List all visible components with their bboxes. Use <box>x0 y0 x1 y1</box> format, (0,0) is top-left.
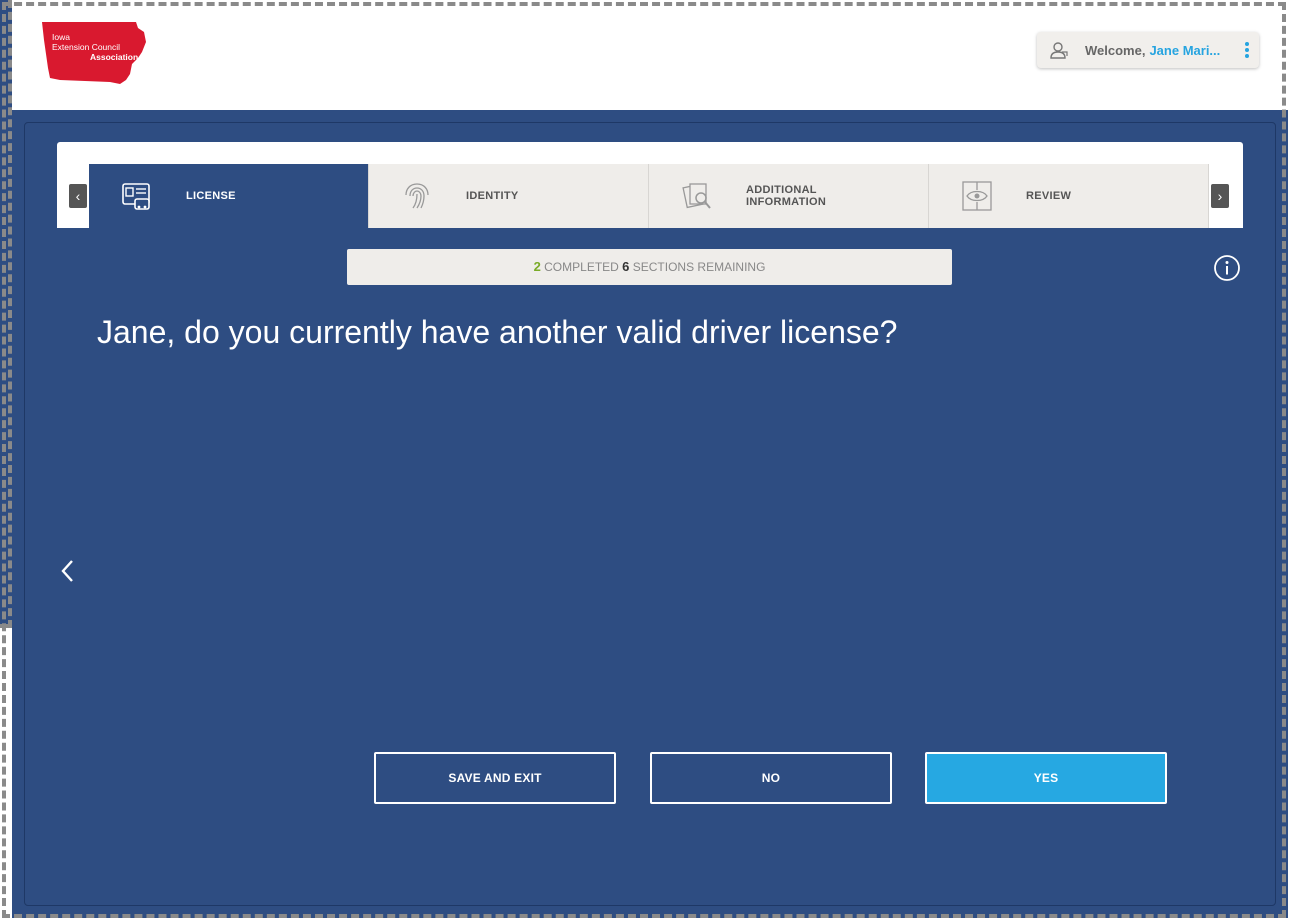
tab-license-label: LICENSE <box>186 190 236 202</box>
iowa-extension-council-logo[interactable]: Iowa Extension Council Association <box>40 18 148 88</box>
no-button[interactable]: NO <box>650 752 892 804</box>
logo-line-1: Iowa <box>52 32 70 42</box>
main-content: ‹ LICENSE IDENTITY ADDITIONAL INFORMATIO… <box>12 110 1288 918</box>
tab-review-label: REVIEW <box>1026 190 1072 202</box>
remaining-label: SECTIONS REMAINING <box>632 260 766 274</box>
tab-additional-information-label: ADDITIONAL INFORMATION <box>746 184 826 208</box>
logo-text: Iowa Extension Council Association <box>52 32 138 62</box>
tabs-scroll-right-button[interactable]: › <box>1211 184 1229 208</box>
documents-search-icon <box>682 183 711 209</box>
chevron-left-icon[interactable] <box>60 558 76 584</box>
top-header: Iowa Extension Council Association Welco… <box>12 6 1288 110</box>
info-icon[interactable] <box>1213 254 1241 282</box>
tabs-scroll-left-button[interactable]: ‹ <box>69 184 87 208</box>
yes-button[interactable]: YES <box>925 752 1167 804</box>
welcome-text: Welcome, <box>1085 42 1146 58</box>
user-menu[interactable]: Welcome, Jane Mari... <box>1037 32 1259 68</box>
completed-label: COMPLETED <box>544 260 619 274</box>
tab-license[interactable]: LICENSE <box>89 164 369 228</box>
completed-count: 2 <box>533 259 541 274</box>
question-text: Jane, do you currently have another vali… <box>97 314 898 350</box>
save-and-exit-button[interactable]: SAVE AND EXIT <box>374 752 616 804</box>
step-tab-bar: ‹ LICENSE IDENTITY ADDITIONAL INFORMATIO… <box>57 142 1243 228</box>
tab-identity-label: IDENTITY <box>466 190 519 202</box>
progress-summary: 2 COMPLETED 6 SECTIONS REMAINING <box>347 249 952 285</box>
left-edge-strip <box>0 0 12 628</box>
tab-additional-line-1: ADDITIONAL <box>746 184 817 196</box>
remaining-count: 6 <box>622 259 630 274</box>
tab-additional-line-2: INFORMATION <box>746 196 827 208</box>
eye-review-icon <box>962 181 992 211</box>
logo-line-2: Extension Council <box>52 42 121 52</box>
user-profile-icon <box>1050 42 1068 59</box>
step-tabs: LICENSE IDENTITY ADDITIONAL INFORMATION … <box>89 164 1209 228</box>
tab-review[interactable]: REVIEW <box>929 164 1209 228</box>
tab-additional-information[interactable]: ADDITIONAL INFORMATION <box>649 164 929 228</box>
fingerprint-icon <box>405 183 429 209</box>
tab-identity[interactable]: IDENTITY <box>369 164 649 228</box>
kebab-menu-icon[interactable] <box>1245 42 1249 60</box>
logo-line-3: Association <box>90 52 139 62</box>
user-name[interactable]: Jane Mari... <box>1149 43 1220 58</box>
license-card-icon <box>122 183 150 210</box>
